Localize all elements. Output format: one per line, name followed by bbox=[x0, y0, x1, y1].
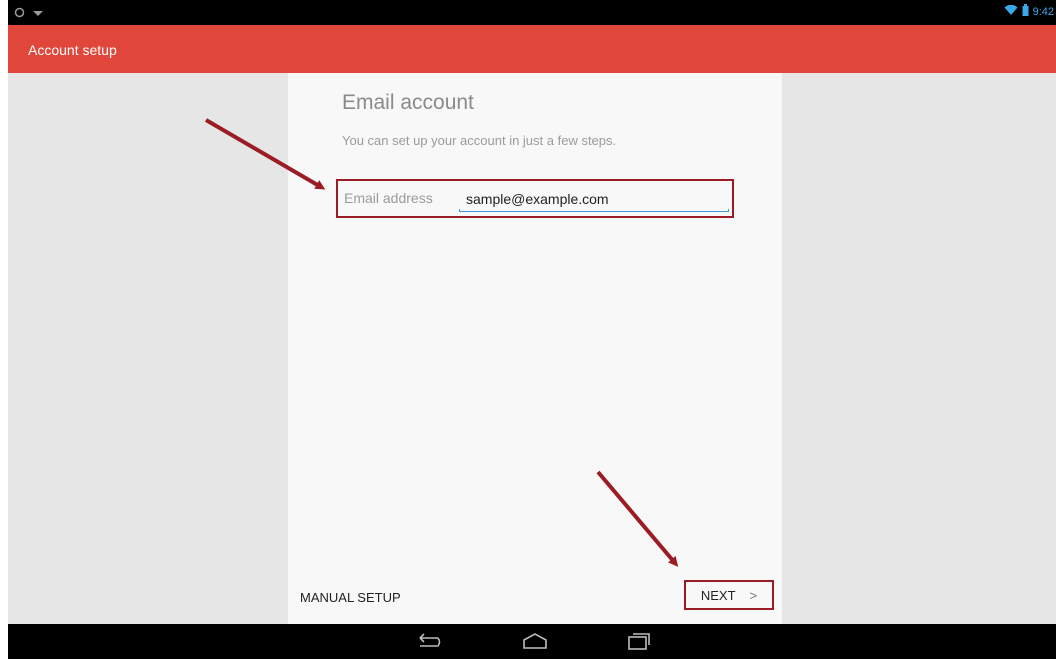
clock: 9:42 bbox=[1032, 5, 1054, 18]
page-title: Email account bbox=[342, 91, 474, 114]
app-title: Account setup bbox=[28, 42, 117, 58]
home-icon[interactable] bbox=[521, 631, 549, 656]
email-field-highlight: Email address bbox=[336, 179, 736, 218]
manual-setup-button[interactable]: MANUAL SETUP bbox=[300, 590, 401, 605]
next-button-label: NEXT bbox=[700, 587, 736, 603]
email-label: Email address bbox=[344, 190, 433, 206]
notification-icon bbox=[32, 5, 44, 23]
status-bar: 9:42 bbox=[8, 0, 1056, 25]
email-input-underline bbox=[459, 209, 729, 212]
content-area: Email account You can set up your accoun… bbox=[8, 73, 1056, 624]
tablet-screen: 9:42 Account setup Email account You can… bbox=[8, 0, 1056, 659]
recents-icon[interactable] bbox=[626, 631, 652, 656]
navigation-bar bbox=[8, 624, 1056, 659]
circle-icon bbox=[14, 5, 25, 23]
chevron-right-icon: > bbox=[749, 587, 758, 603]
page-subtitle: You can set up your account in just a fe… bbox=[342, 133, 617, 148]
wifi-icon bbox=[1004, 4, 1018, 19]
app-bar: Account setup bbox=[8, 25, 1056, 73]
battery-icon bbox=[1022, 4, 1029, 19]
setup-card: Email account You can set up your accoun… bbox=[288, 73, 782, 624]
email-input[interactable] bbox=[458, 187, 736, 211]
card-footer: MANUAL SETUP NEXT > bbox=[288, 572, 782, 624]
next-button[interactable]: NEXT > bbox=[684, 580, 774, 610]
back-icon[interactable] bbox=[414, 631, 444, 656]
